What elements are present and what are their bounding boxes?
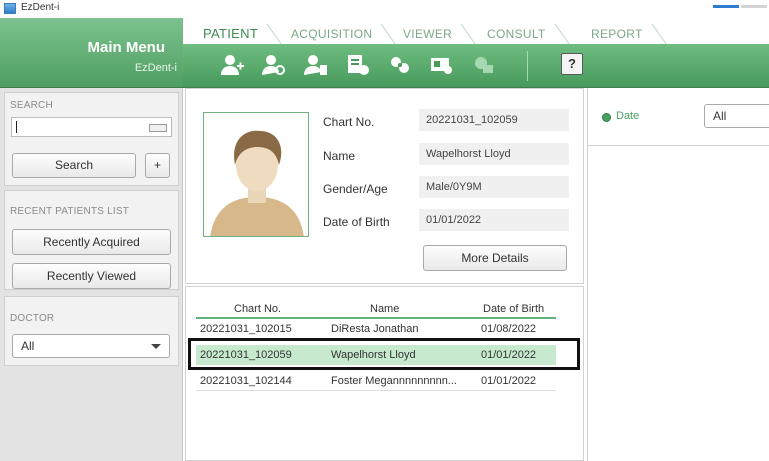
id-card-icon[interactable] xyxy=(429,53,455,77)
row-chart-no: 20221031_102144 xyxy=(200,375,292,387)
recently-acquired-button[interactable]: Recently Acquired xyxy=(12,229,171,255)
tab-strip: PATIENT ACQUISITION VIEWER CONSULT REPOR… xyxy=(183,18,769,44)
date-of-birth-label: Date of Birth xyxy=(323,215,390,229)
transfer-icon[interactable] xyxy=(387,53,413,77)
row-chart-no: 20221031_102015 xyxy=(200,323,292,335)
selected-row-highlight xyxy=(188,338,580,370)
add-search-condition-button[interactable]: + xyxy=(145,153,170,178)
search-panel: SEARCH Search + xyxy=(4,92,179,186)
export-icon[interactable] xyxy=(345,53,371,77)
gender-age-label: Gender/Age xyxy=(323,182,388,196)
main-menu-title: Main Menu xyxy=(87,39,166,56)
recent-patients-panel: RECENT PATIENTS LIST Recently Acquired R… xyxy=(4,190,179,290)
window-control-button[interactable] xyxy=(713,0,739,8)
name-label: Name xyxy=(323,149,356,163)
search-button[interactable]: Search xyxy=(12,153,136,178)
column-header-name[interactable]: Name xyxy=(370,303,399,315)
app-icon xyxy=(4,3,16,14)
text-caret xyxy=(16,121,17,133)
date-radio[interactable] xyxy=(602,113,611,122)
merge-icon[interactable] xyxy=(471,53,497,77)
main-menu-subtitle: EzDent-i xyxy=(134,62,177,74)
left-sidebar: SEARCH Search + RECENT PATIENTS LIST Rec… xyxy=(0,88,183,461)
column-header-chart-no[interactable]: Chart No. xyxy=(234,303,281,315)
avatar-icon xyxy=(210,130,304,236)
row-name: DiResta Jonathan xyxy=(331,323,419,335)
patient-photo xyxy=(203,112,309,237)
help-icon[interactable]: ? xyxy=(561,53,583,75)
search-panel-title: SEARCH xyxy=(10,100,53,111)
window-control-button[interactable] xyxy=(741,0,767,8)
recently-viewed-button[interactable]: Recently Viewed xyxy=(12,263,171,289)
more-details-button[interactable]: More Details xyxy=(423,245,567,271)
toolbar: ? xyxy=(183,44,769,88)
tab-patient[interactable]: PATIENT xyxy=(189,24,277,44)
date-filter-select[interactable]: All xyxy=(704,104,769,128)
search-input[interactable] xyxy=(11,117,172,137)
delete-patient-icon[interactable] xyxy=(303,53,329,77)
tab-acquisition[interactable]: ACQUISITION xyxy=(277,24,390,44)
chevron-down-icon xyxy=(151,344,161,349)
tab-report[interactable]: REPORT xyxy=(577,24,661,44)
date-filter-label[interactable]: Date xyxy=(616,110,639,122)
name-value: Wapelhorst Lloyd xyxy=(419,143,569,165)
column-header-date-of-birth[interactable]: Date of Birth xyxy=(483,303,544,315)
search-patient-icon[interactable] xyxy=(261,53,287,77)
doctor-panel: DOCTOR All xyxy=(4,296,179,366)
recent-patients-title: RECENT PATIENTS LIST xyxy=(10,206,130,217)
filter-panel: Date All xyxy=(587,88,769,461)
keyboard-icon[interactable] xyxy=(149,124,167,132)
date-filter-bar: Date All xyxy=(588,88,769,146)
table-row[interactable]: 20221031_102015 DiResta Jonathan 01/08/2… xyxy=(196,319,556,339)
tab-viewer[interactable]: VIEWER xyxy=(389,24,470,44)
doctor-select[interactable]: All xyxy=(12,334,170,358)
doctor-select-value: All xyxy=(21,339,35,353)
table-row[interactable]: 20221031_102144 Foster Megannnnnnnnn... … xyxy=(196,371,556,391)
tab-consult[interactable]: CONSULT xyxy=(473,24,564,44)
gender-age-value: Male/0Y9M xyxy=(419,176,569,198)
chart-no-value: 20221031_102059 xyxy=(419,109,569,131)
main-menu-header[interactable]: Main Menu EzDent-i xyxy=(0,18,183,88)
row-name: Foster Megannnnnnnnn... xyxy=(331,375,457,387)
patient-info-panel: Chart No. 20221031_102059 Name Wapelhors… xyxy=(185,88,584,284)
patient-list-panel: Chart No. Name Date of Birth 20221031_10… xyxy=(185,286,584,461)
row-date-of-birth: 01/08/2022 xyxy=(481,323,537,335)
row-date-of-birth: 01/01/2022 xyxy=(481,375,537,387)
add-patient-icon[interactable] xyxy=(219,53,245,77)
toolbar-separator xyxy=(527,51,528,81)
window-title: EzDent-i xyxy=(21,2,60,13)
row-divider xyxy=(196,390,556,391)
doctor-panel-title: DOCTOR xyxy=(10,313,55,324)
title-bar: EzDent-i xyxy=(0,0,769,18)
chart-no-label: Chart No. xyxy=(323,115,375,129)
date-of-birth-value: 01/01/2022 xyxy=(419,209,569,231)
